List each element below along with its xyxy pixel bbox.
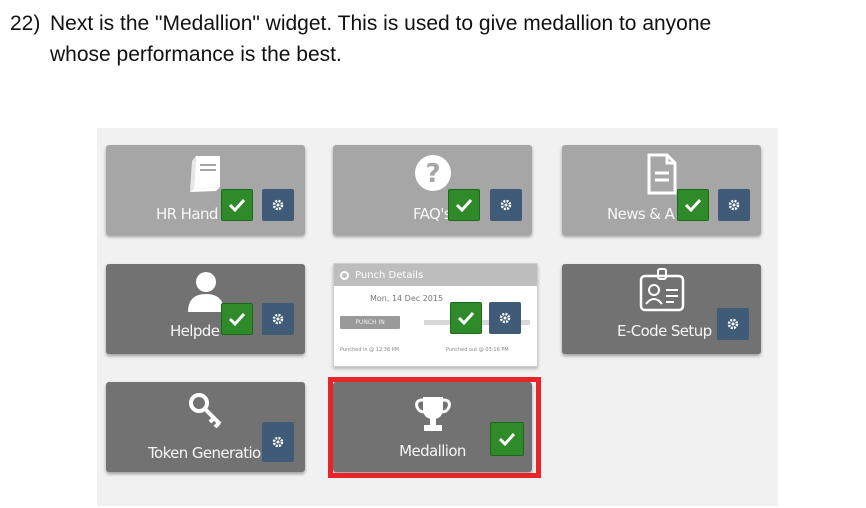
punch-date: Mon, 14 Dec 2015 [370, 294, 444, 303]
enable-check-button[interactable] [450, 302, 482, 334]
instruction-line-2: whose performance is the best. [50, 43, 342, 66]
widget-hr-handbook[interactable]: HR Hand [106, 145, 305, 235]
key-icon [188, 393, 221, 428]
settings-button[interactable] [489, 302, 521, 334]
svg-text:?: ? [425, 159, 440, 189]
settings-button[interactable] [262, 189, 294, 221]
widget-punch-details[interactable]: Punch Details Mon, 14 Dec 2015 PUNCH IN … [333, 263, 538, 367]
settings-button[interactable] [262, 422, 294, 462]
gear-icon [272, 199, 284, 211]
settings-button[interactable] [717, 308, 749, 340]
settings-button[interactable] [718, 189, 750, 221]
enable-check-button[interactable] [221, 303, 253, 335]
gear-icon [500, 199, 512, 211]
question-icon: ? [414, 155, 451, 191]
widget-helpdesk[interactable]: Helpde [106, 264, 305, 354]
punch-header: Punch Details [334, 264, 537, 286]
widget-token-generation[interactable]: Token Generation [106, 382, 305, 472]
enable-check-button[interactable] [677, 189, 709, 221]
instruction-text: 22) Next is the "Medallion" widget. This … [10, 8, 850, 70]
gear-icon [727, 318, 739, 330]
step-number: 22) [10, 12, 41, 35]
book-icon [189, 156, 220, 192]
enable-check-button[interactable] [448, 189, 480, 221]
id-card-icon [639, 268, 684, 312]
medallion-highlight-box [328, 377, 541, 478]
check-icon [455, 198, 473, 212]
gear-icon [499, 312, 511, 324]
clock-icon [340, 270, 349, 280]
user-icon [187, 272, 224, 312]
settings-button[interactable] [262, 303, 294, 335]
punch-title: Punch Details [355, 269, 424, 281]
document-icon [647, 153, 676, 195]
instruction-line-1: Next is the "Medallion" widget. This is … [50, 12, 712, 35]
gear-icon [272, 313, 284, 325]
check-icon [228, 198, 246, 212]
widget-faq[interactable]: ? FAQ's [333, 145, 532, 235]
check-icon [684, 198, 702, 212]
check-icon [457, 311, 475, 325]
punched-in-time: Punched in @ 12:36 PM [340, 347, 400, 353]
widget-news[interactable]: News & A [562, 145, 761, 235]
punch-in-button[interactable]: PUNCH IN [340, 316, 400, 329]
settings-button[interactable] [490, 189, 522, 221]
gear-icon [272, 436, 284, 448]
punched-out-time: Punched out @ 03:16 PM [446, 347, 509, 353]
widget-ecode-setup[interactable]: E-Code Setup [562, 264, 761, 354]
enable-check-button[interactable] [221, 189, 253, 221]
check-icon [228, 312, 246, 326]
gear-icon [728, 199, 740, 211]
